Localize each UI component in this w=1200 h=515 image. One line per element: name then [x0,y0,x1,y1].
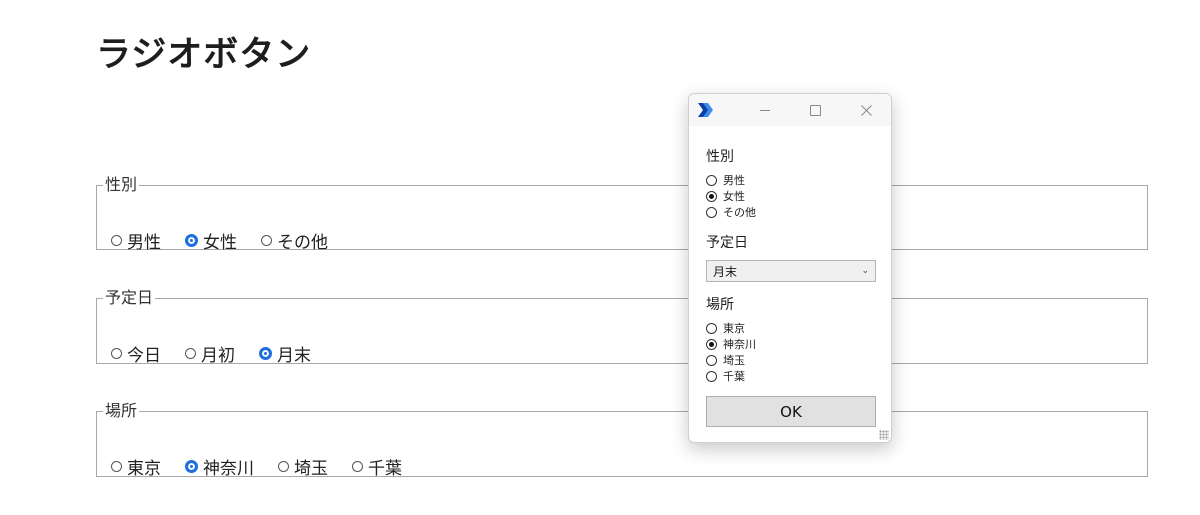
place-options: 東京 神奈川 埼玉 千葉 [111,454,426,479]
place-fieldset: 場所 東京 神奈川 埼玉 千葉 [96,401,1148,479]
dialog-gender-radios: 男性 女性 その他 [706,172,756,220]
dialog-place-tokyo[interactable]: 東京 [706,320,756,336]
place-legend: 場所 [105,401,138,420]
dialog-gender-label: 性別 [706,149,734,165]
option-label: 今日 [127,346,161,366]
dialog-place-radios: 東京 神奈川 埼玉 千葉 [706,320,756,384]
option-label: 男性 [127,233,161,253]
minimize-icon [760,109,770,111]
power-automate-icon [698,103,713,117]
option-label: その他 [277,233,328,253]
place-option-tokyo[interactable]: 東京 [111,454,161,479]
dialog-date-select[interactable]: 月末 ⌄ [706,260,876,282]
gender-legend: 性別 [105,175,138,194]
date-option-month-start[interactable]: 月初 [185,341,235,366]
dialog-gender-male[interactable]: 男性 [706,172,756,188]
option-label: 埼玉 [723,354,745,367]
dialog-place-label: 場所 [706,297,734,313]
maximize-button[interactable] [804,100,826,120]
dialog-gender-female[interactable]: 女性 [706,188,756,204]
radio-button[interactable] [278,461,289,472]
radio-button[interactable] [706,174,717,186]
date-fieldset: 予定日 今日 月初 月末 [96,288,1148,366]
gender-option-female[interactable]: 女性 [185,228,237,253]
chevron-down-icon: ⌄ [861,266,869,276]
dialog-place-chiba[interactable]: 千葉 [706,368,756,384]
place-option-chiba[interactable]: 千葉 [352,454,402,479]
radio-button[interactable] [111,348,122,359]
radio-button-checked[interactable] [185,460,198,473]
option-label: 千葉 [368,459,402,479]
dialog-date-label: 予定日 [706,235,748,251]
dialog-place-kanagawa[interactable]: 神奈川 [706,336,756,352]
resize-grip-icon[interactable] [879,430,889,440]
page-title: ラジオボタン [96,35,312,75]
option-label: 女性 [723,190,745,203]
radio-button-checked[interactable] [185,234,198,247]
radio-button[interactable] [111,461,122,472]
ok-button[interactable]: OK [706,396,876,427]
radio-button[interactable] [706,322,717,334]
option-label: 東京 [723,322,745,335]
minimize-button[interactable] [754,100,776,120]
date-legend: 予定日 [105,288,154,307]
gender-options: 男性 女性 その他 [111,228,352,253]
radio-button[interactable] [706,354,717,366]
dialog-titlebar[interactable] [689,94,891,126]
dialog-place-saitama[interactable]: 埼玉 [706,352,756,368]
option-label: 千葉 [723,370,745,383]
option-label: 女性 [203,233,237,253]
radio-button[interactable] [706,370,717,382]
radio-button[interactable] [111,235,122,246]
radio-button-checked[interactable] [706,190,717,202]
radio-button-checked[interactable] [706,338,717,350]
option-label: 埼玉 [294,459,328,479]
option-label: 神奈川 [203,459,254,479]
option-label: 月末 [277,346,311,366]
option-label: 東京 [127,459,161,479]
date-options: 今日 月初 月末 [111,341,335,366]
radio-button-checked[interactable] [259,347,272,360]
place-option-saitama[interactable]: 埼玉 [278,454,328,479]
option-label: 神奈川 [723,338,756,351]
page: ラジオボタン 性別 男性 女性 その他 予定日 今日 月初 月末 場所 東京 神… [0,0,1200,515]
place-option-kanagawa[interactable]: 神奈川 [185,454,254,479]
close-icon [860,104,872,116]
radio-button[interactable] [185,348,196,359]
input-dialog-window: 性別 男性 女性 その他 予定日 月末 ⌄ 場所 東京 神奈川 埼玉 千葉 OK [688,93,892,443]
select-value: 月末 [713,264,738,279]
gender-option-male[interactable]: 男性 [111,228,161,253]
close-button[interactable] [855,100,877,120]
option-label: 月初 [201,346,235,366]
radio-button[interactable] [261,235,272,246]
option-label: 男性 [723,174,745,187]
maximize-icon [809,104,821,116]
option-label: その他 [723,206,756,219]
date-option-month-end[interactable]: 月末 [259,341,311,366]
date-option-today[interactable]: 今日 [111,341,161,366]
gender-option-other[interactable]: その他 [261,228,328,253]
radio-button[interactable] [706,206,717,218]
gender-fieldset: 性別 男性 女性 その他 [96,175,1148,253]
radio-button[interactable] [352,461,363,472]
dialog-gender-other[interactable]: その他 [706,204,756,220]
